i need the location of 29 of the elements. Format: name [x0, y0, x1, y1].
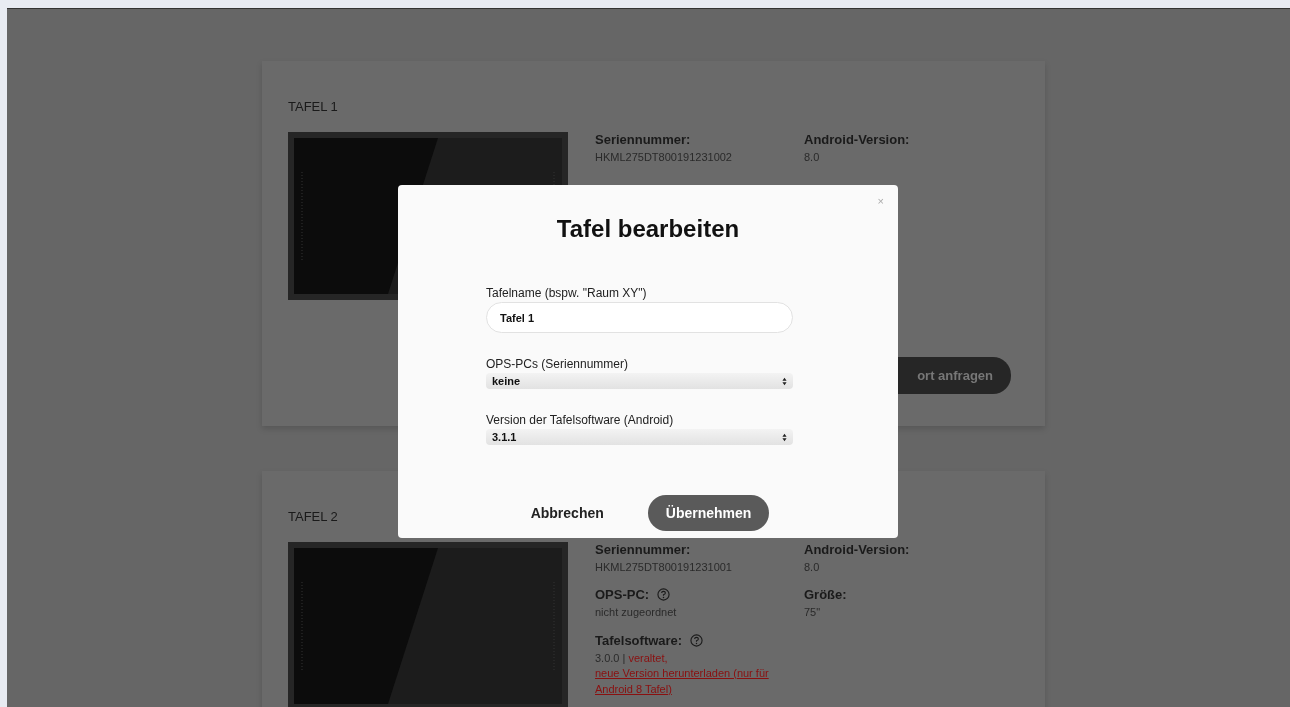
select-dropdown[interactable]: 3.1.1	[486, 429, 793, 445]
detail-value: nicht zugeordnet	[595, 605, 678, 621]
apply-button[interactable]: Übernehmen	[647, 495, 770, 531]
detail-label: Größe:	[804, 587, 847, 603]
detail-label: Seriennummer:	[595, 542, 691, 557]
field-label: Version der Tafelsoftware (Android)	[486, 413, 675, 427]
field-label: OPS-PCs (Seriennummer)	[486, 357, 630, 371]
board-title: TAFEL 2	[288, 509, 338, 524]
detail-label: Tafelsoftware:	[595, 632, 683, 648]
name-input-field[interactable]: Tafel 1	[486, 302, 793, 333]
cancel-button[interactable]: Abbrechen	[526, 497, 608, 529]
dialog-title: Tafel bearbeiten	[555, 215, 741, 243]
detail-value: 3.0.0 | veraltet, neue Version herunterladen (nur für Android 8 Tafel)	[595, 650, 800, 697]
detail-value: HKML275DT800191231001	[595, 560, 733, 575]
detail-value: 8.0	[804, 150, 821, 165]
help-icon[interactable]	[690, 633, 704, 647]
detail-label: OPS-PC:	[595, 587, 650, 603]
select-dropdown[interactable]: keine	[486, 373, 793, 389]
detail-label: Seriennummer:	[595, 132, 691, 147]
detail-label: Android-Version:	[804, 132, 910, 147]
detail-label: Android-Version:	[804, 542, 910, 557]
help-icon[interactable]	[657, 588, 671, 602]
up-down-arrows-icon	[782, 432, 787, 442]
detail-value: 8.0	[804, 560, 821, 575]
detail-value: HKML275DT800191231002	[595, 150, 733, 165]
up-down-arrows-icon	[782, 376, 787, 386]
field-label: Tafelname (bspw. "Raum XY")	[486, 286, 648, 300]
board-title: TAFEL 1	[288, 99, 338, 114]
detail-value: 75"	[804, 605, 822, 621]
